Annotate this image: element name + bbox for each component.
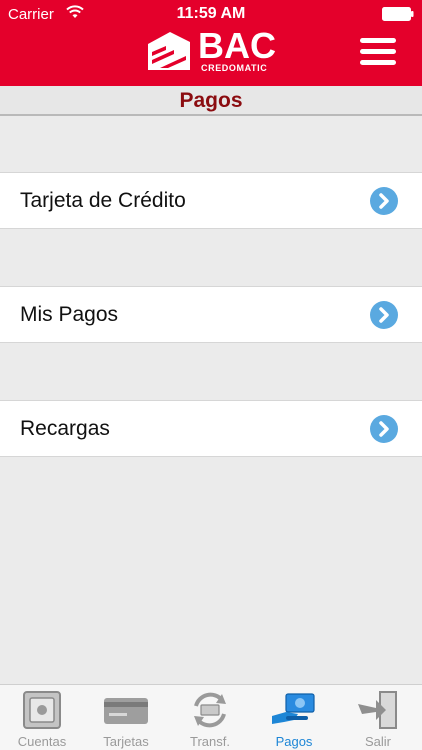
status-time: 11:59 AM [176, 5, 246, 22]
logo-mark-icon [148, 32, 190, 70]
tab-tarjetas[interactable]: Tarjetas [84, 685, 168, 750]
tab-transf[interactable]: Transf. [168, 685, 252, 750]
tab-cuentas[interactable]: Cuentas [0, 685, 84, 750]
chevron-right-icon[interactable] [370, 415, 398, 443]
transfer-icon [194, 692, 226, 728]
card-icon [104, 698, 148, 724]
safe-icon [23, 691, 61, 729]
page-title: Pagos [0, 86, 422, 116]
chevron-right-icon[interactable] [370, 301, 398, 329]
list-item-tarjeta-credito[interactable]: Tarjeta de Crédito [0, 172, 422, 229]
tab-pagos[interactable]: Pagos [252, 685, 336, 750]
tab-label: Cuentas [17, 734, 67, 749]
bac-logo: BAC CREDOMATIC [146, 25, 286, 78]
hamburger-menu-icon[interactable] [360, 38, 396, 68]
list-item-mis-pagos[interactable]: Mis Pagos [0, 286, 422, 343]
list-item-label: Recargas [20, 417, 110, 440]
list-item-label: Mis Pagos [20, 303, 119, 326]
tab-label: Pagos [275, 734, 313, 749]
logo-subtext: CREDOMATIC [201, 63, 268, 73]
payment-icon [272, 693, 315, 724]
tab-salir[interactable]: Salir [336, 685, 420, 750]
logo-text: BAC [198, 25, 276, 66]
tab-label: Salir [364, 734, 391, 749]
list-item-label: Tarjeta de Crédito [20, 189, 186, 212]
tab-bar: Cuentas Tarjetas Transf. Pagos Salir [0, 684, 422, 750]
status-bar: Carrier 11:59 AM [0, 0, 422, 28]
battery-icon [382, 7, 414, 21]
chevron-right-icon[interactable] [370, 187, 398, 215]
app-header: Carrier 11:59 AM BAC CREDOMATIC [0, 0, 422, 86]
list-item-recargas[interactable]: Recargas [0, 400, 422, 457]
exit-icon [358, 691, 397, 729]
tab-label: Transf. [190, 734, 230, 749]
tab-label: Tarjetas [103, 734, 149, 749]
